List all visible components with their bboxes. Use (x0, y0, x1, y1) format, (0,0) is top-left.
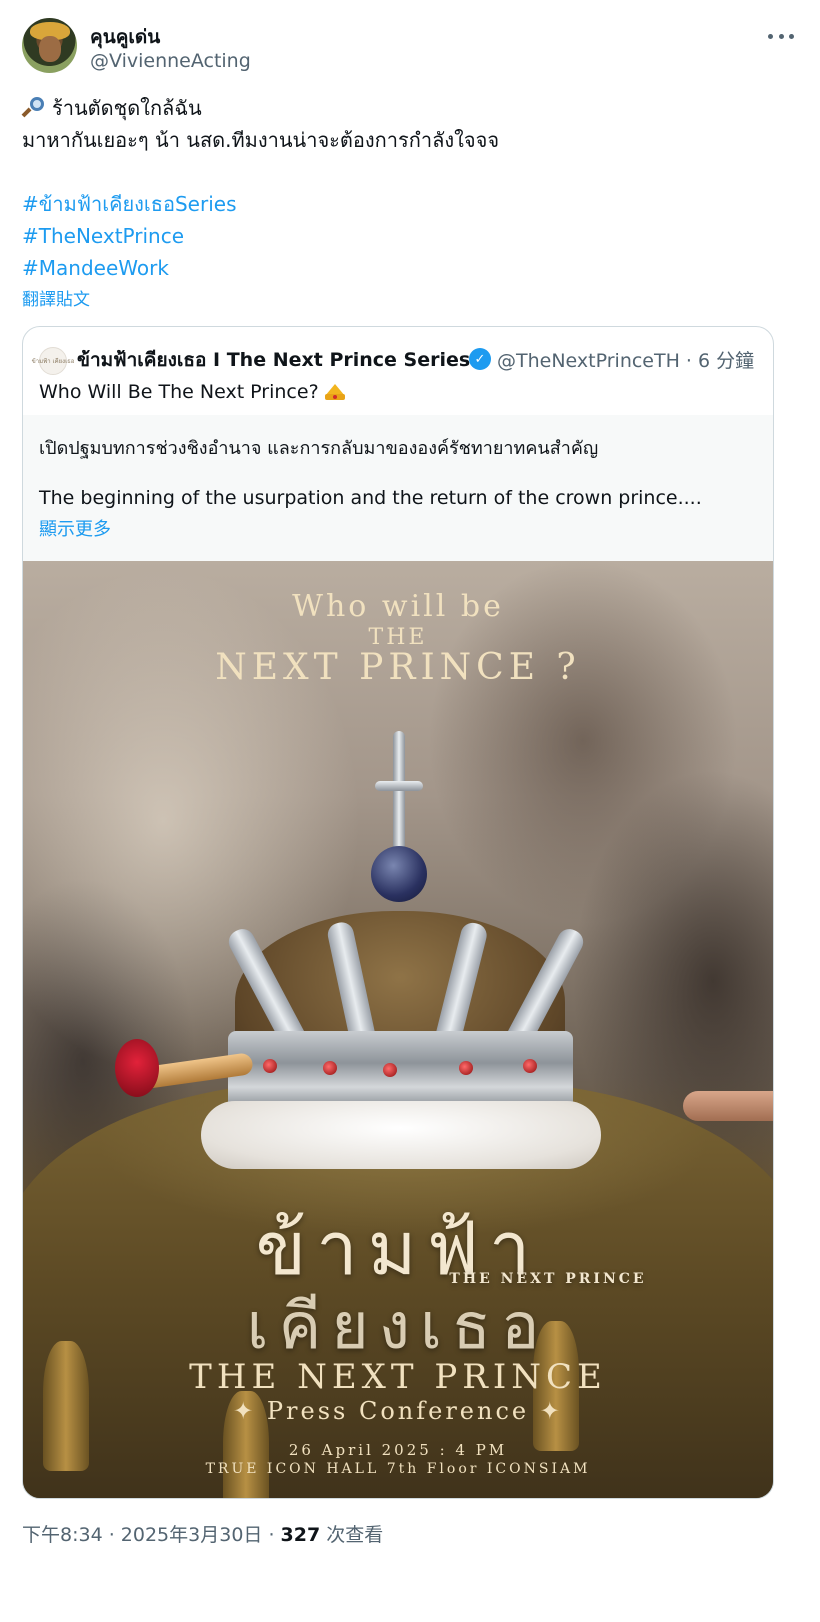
quoted-detail-english: The beginning of the usurpation and the … (39, 487, 702, 509)
quoted-tweet-text: Who Will Be The Next Prince? (39, 381, 347, 403)
tweet-line-2: มาหากันเยอะๆ น้า นสด.ทีมงานน่าจะต้องการก… (22, 128, 500, 152)
crown-cross-stem (393, 731, 405, 851)
crown-gem (459, 1061, 473, 1075)
poster-event-venue: TRUE ICON HALL 7th Floor ICONSIAM (205, 1461, 591, 1477)
quoted-author-avatar[interactable]: ข้ามฟ้า เคียงเธอ (32, 347, 74, 375)
quoted-tweet-header: ข้ามฟ้า เคียงเธอ ข้ามฟ้าเคียงเธอ I The N… (32, 345, 757, 375)
verified-badge-icon: ✓ (469, 348, 491, 370)
crown-emoji-icon (323, 382, 347, 400)
crown-gem (383, 1063, 397, 1077)
translate-post-link[interactable]: 翻譯貼文 (22, 285, 90, 310)
crown-gem (523, 1059, 537, 1073)
quoted-tweet-text-content: Who Will Be The Next Prince? (39, 381, 319, 403)
crown-band (228, 1031, 573, 1111)
timestamp-link[interactable]: 下午8:34 · 2025年3月30日 · (22, 1524, 281, 1546)
crown-orb (371, 846, 427, 902)
quoted-tweet-card[interactable]: ข้ามฟ้า เคียงเธอ ข้ามฟ้าเคียงเธอ I The N… (22, 326, 774, 1499)
quoted-tweet-detail: เปิดปฐมบทการช่วงชิงอำนาจ และการกลับมาของ… (23, 415, 773, 561)
crown-gem (323, 1061, 337, 1075)
quoted-author-handle-time[interactable]: @TheNextPrinceTH · 6 分鐘 (497, 346, 754, 373)
hashtag-link[interactable]: #ข้ามฟ้าเคียงเธอSeries (22, 188, 782, 220)
poster-title-line1: Who will be (292, 589, 504, 624)
show-more-link[interactable]: 顯示更多 (39, 515, 111, 541)
poster-event-date: 26 April 2025 : 4 PM (288, 1441, 508, 1459)
tweet-text: ร้านตัดชุดใกล้ฉัน มาหากันเยอะๆ น้า นสด.ท… (21, 92, 782, 284)
poster-event-subtitle: ✦ Press Conference ✦ (233, 1397, 563, 1425)
sceptre-head (115, 1039, 159, 1097)
quoted-detail-thai: เปิดปฐมบทการช่วงชิงอำนาจ และการกลับมาของ… (39, 438, 599, 459)
hand-shape (683, 1091, 773, 1121)
avatar-face (39, 36, 61, 62)
quoted-author-name[interactable]: ข้ามฟ้าเคียงเธอ I The Next Prince Series (77, 345, 470, 375)
tweet-footer: 下午8:34 · 2025年3月30日 · 327 次查看 (22, 1520, 383, 1547)
tweet-line-1-text: ร้านตัดชุดใกล้ฉัน (52, 96, 202, 120)
crown-gem (263, 1059, 277, 1073)
more-options-icon[interactable] (768, 28, 794, 44)
poster-title-line3: NEXT PRINCE ? (215, 647, 581, 688)
hashtag-link[interactable]: #TheNextPrince (22, 220, 782, 252)
hashtag-link[interactable]: #MandeeWork (22, 252, 782, 284)
poster-image[interactable]: Who will be THE NEXT PRINCE ? ข้ามฟ้า TH… (23, 561, 773, 1498)
tweet-header: คุนคูเด่น @VivienneActing (22, 18, 798, 76)
author-handle[interactable]: @VivienneActing (90, 50, 251, 72)
magnifier-icon (21, 97, 44, 119)
ermine-trim (201, 1101, 601, 1169)
author-avatar[interactable] (22, 18, 77, 73)
author-display-name[interactable]: คุนคูเด่น (90, 22, 160, 52)
views-label: 次查看 (320, 1524, 384, 1546)
tweet-line-1: ร้านตัดชุดใกล้ฉัน (21, 92, 782, 124)
views-count: 327 (280, 1524, 321, 1546)
crown-cross-bar (375, 781, 423, 791)
poster-event-title: THE NEXT PRINCE (189, 1357, 607, 1397)
tweet-page: คุนคูเด่น @VivienneActing ร้านตัดชุดใกล้… (0, 0, 820, 1622)
